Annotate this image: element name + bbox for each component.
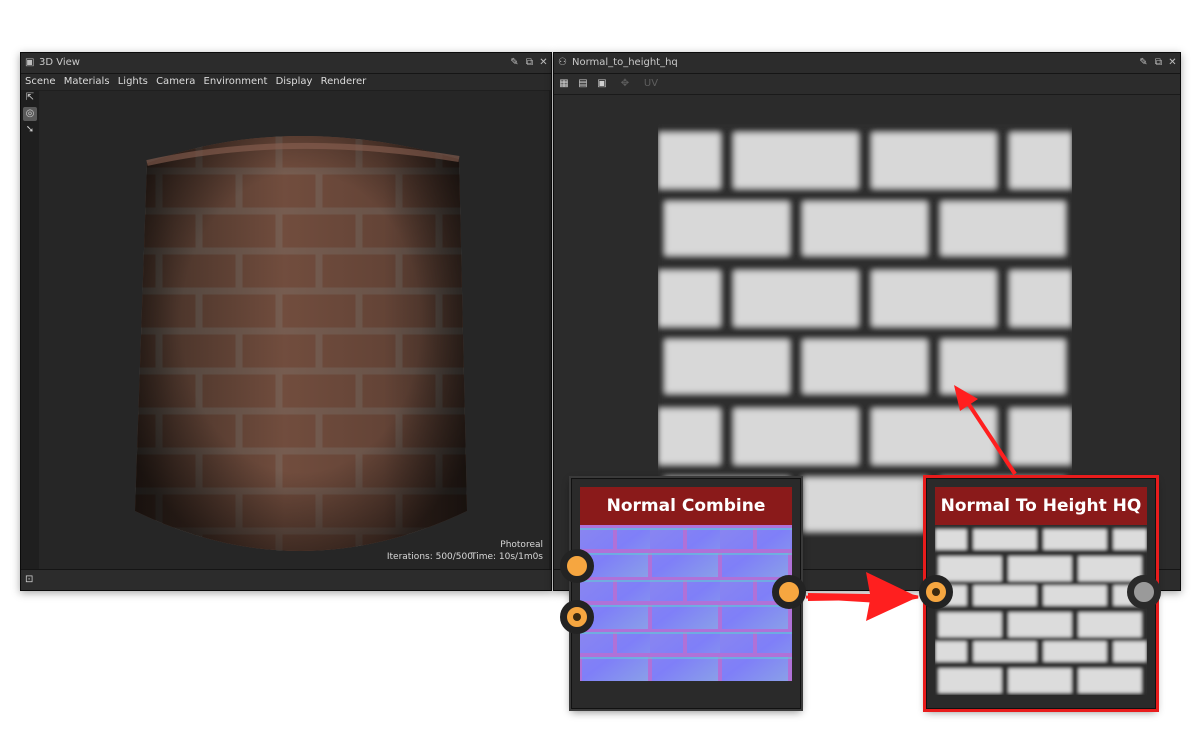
pin-icon[interactable]: ✎ <box>508 56 521 69</box>
height-map-thumbnail <box>935 525 1147 695</box>
panel-3d-menubar: Scene Materials Lights Camera Environmen… <box>21 74 551 90</box>
height-map-image <box>658 124 1072 538</box>
pin-icon[interactable]: ✎ <box>1137 56 1150 69</box>
float-window-icon[interactable]: ⧉ <box>523 56 536 69</box>
preview-icon[interactable]: ▣ <box>595 77 609 91</box>
brick-cylinder-render <box>135 135 467 551</box>
render-time-label: Time: 10s/1m0s <box>471 552 543 562</box>
save-image-icon[interactable]: ▤ <box>576 77 590 91</box>
node-graph-icon: ⚇ <box>558 57 567 68</box>
cube-icon: ▣ <box>25 57 35 68</box>
light-pick-icon[interactable]: ➘ <box>23 123 37 137</box>
panel-2d-title: Normal_to_height_hq <box>572 57 678 68</box>
render-mode-label: Photoreal <box>500 540 543 550</box>
panel-2d-toolbar: ▦ ▤ ▣ ✥ UV <box>554 74 1180 95</box>
node-normal-combine-title: Normal Combine <box>580 487 792 525</box>
3d-viewport[interactable]: Photoreal Iterations: 500/500 Time: 10s/… <box>39 91 549 570</box>
close-icon[interactable]: ✕ <box>537 56 550 69</box>
panel-3d-title: 3D View <box>39 57 80 68</box>
render-iterations-label: Iterations: 500/500 <box>386 552 473 562</box>
viewport-tools: ⇱ ◎ ➘ <box>23 91 37 139</box>
menu-camera[interactable]: Camera <box>156 76 195 87</box>
input-port-1[interactable] <box>560 549 594 583</box>
move-icon[interactable]: ✥ <box>618 77 632 91</box>
menu-materials[interactable]: Materials <box>64 76 110 87</box>
channels-icon[interactable]: ▦ <box>557 77 571 91</box>
node-normal-combine[interactable]: Normal Combine <box>560 478 806 709</box>
panel-3d-titlebar: ▣ 3D View ✎ ⧉ ✕ <box>21 53 551 74</box>
uv-label[interactable]: UV <box>640 77 662 91</box>
normal-map-thumbnail <box>580 525 792 681</box>
input-port[interactable] <box>919 575 953 609</box>
float-window-icon[interactable]: ⧉ <box>1152 56 1165 69</box>
camera-rotate-icon[interactable]: ◎ <box>23 107 37 121</box>
panel-3d-statusbar: ⊡ <box>21 569 551 590</box>
panel-3d-view: ▣ 3D View ✎ ⧉ ✕ Scene Materials Lights C… <box>20 52 552 591</box>
menu-lights[interactable]: Lights <box>118 76 148 87</box>
screenshot-icon[interactable]: ⊡ <box>25 574 33 585</box>
menu-display[interactable]: Display <box>276 76 313 87</box>
output-port[interactable] <box>1127 575 1161 609</box>
menu-environment[interactable]: Environment <box>204 76 268 87</box>
input-port-2[interactable] <box>560 600 594 634</box>
close-icon[interactable]: ✕ <box>1166 56 1179 69</box>
menu-scene[interactable]: Scene <box>25 76 56 87</box>
output-port[interactable] <box>772 575 806 609</box>
node-normal-to-height-hq[interactable]: Normal To Height HQ <box>919 478 1161 709</box>
menu-renderer[interactable]: Renderer <box>321 76 367 87</box>
node-normal-to-height-hq-title: Normal To Height HQ <box>935 487 1147 525</box>
panel-2d-titlebar: ⚇ Normal_to_height_hq ✎ ⧉ ✕ <box>554 53 1180 74</box>
expand-icon[interactable]: ⇱ <box>23 91 37 105</box>
